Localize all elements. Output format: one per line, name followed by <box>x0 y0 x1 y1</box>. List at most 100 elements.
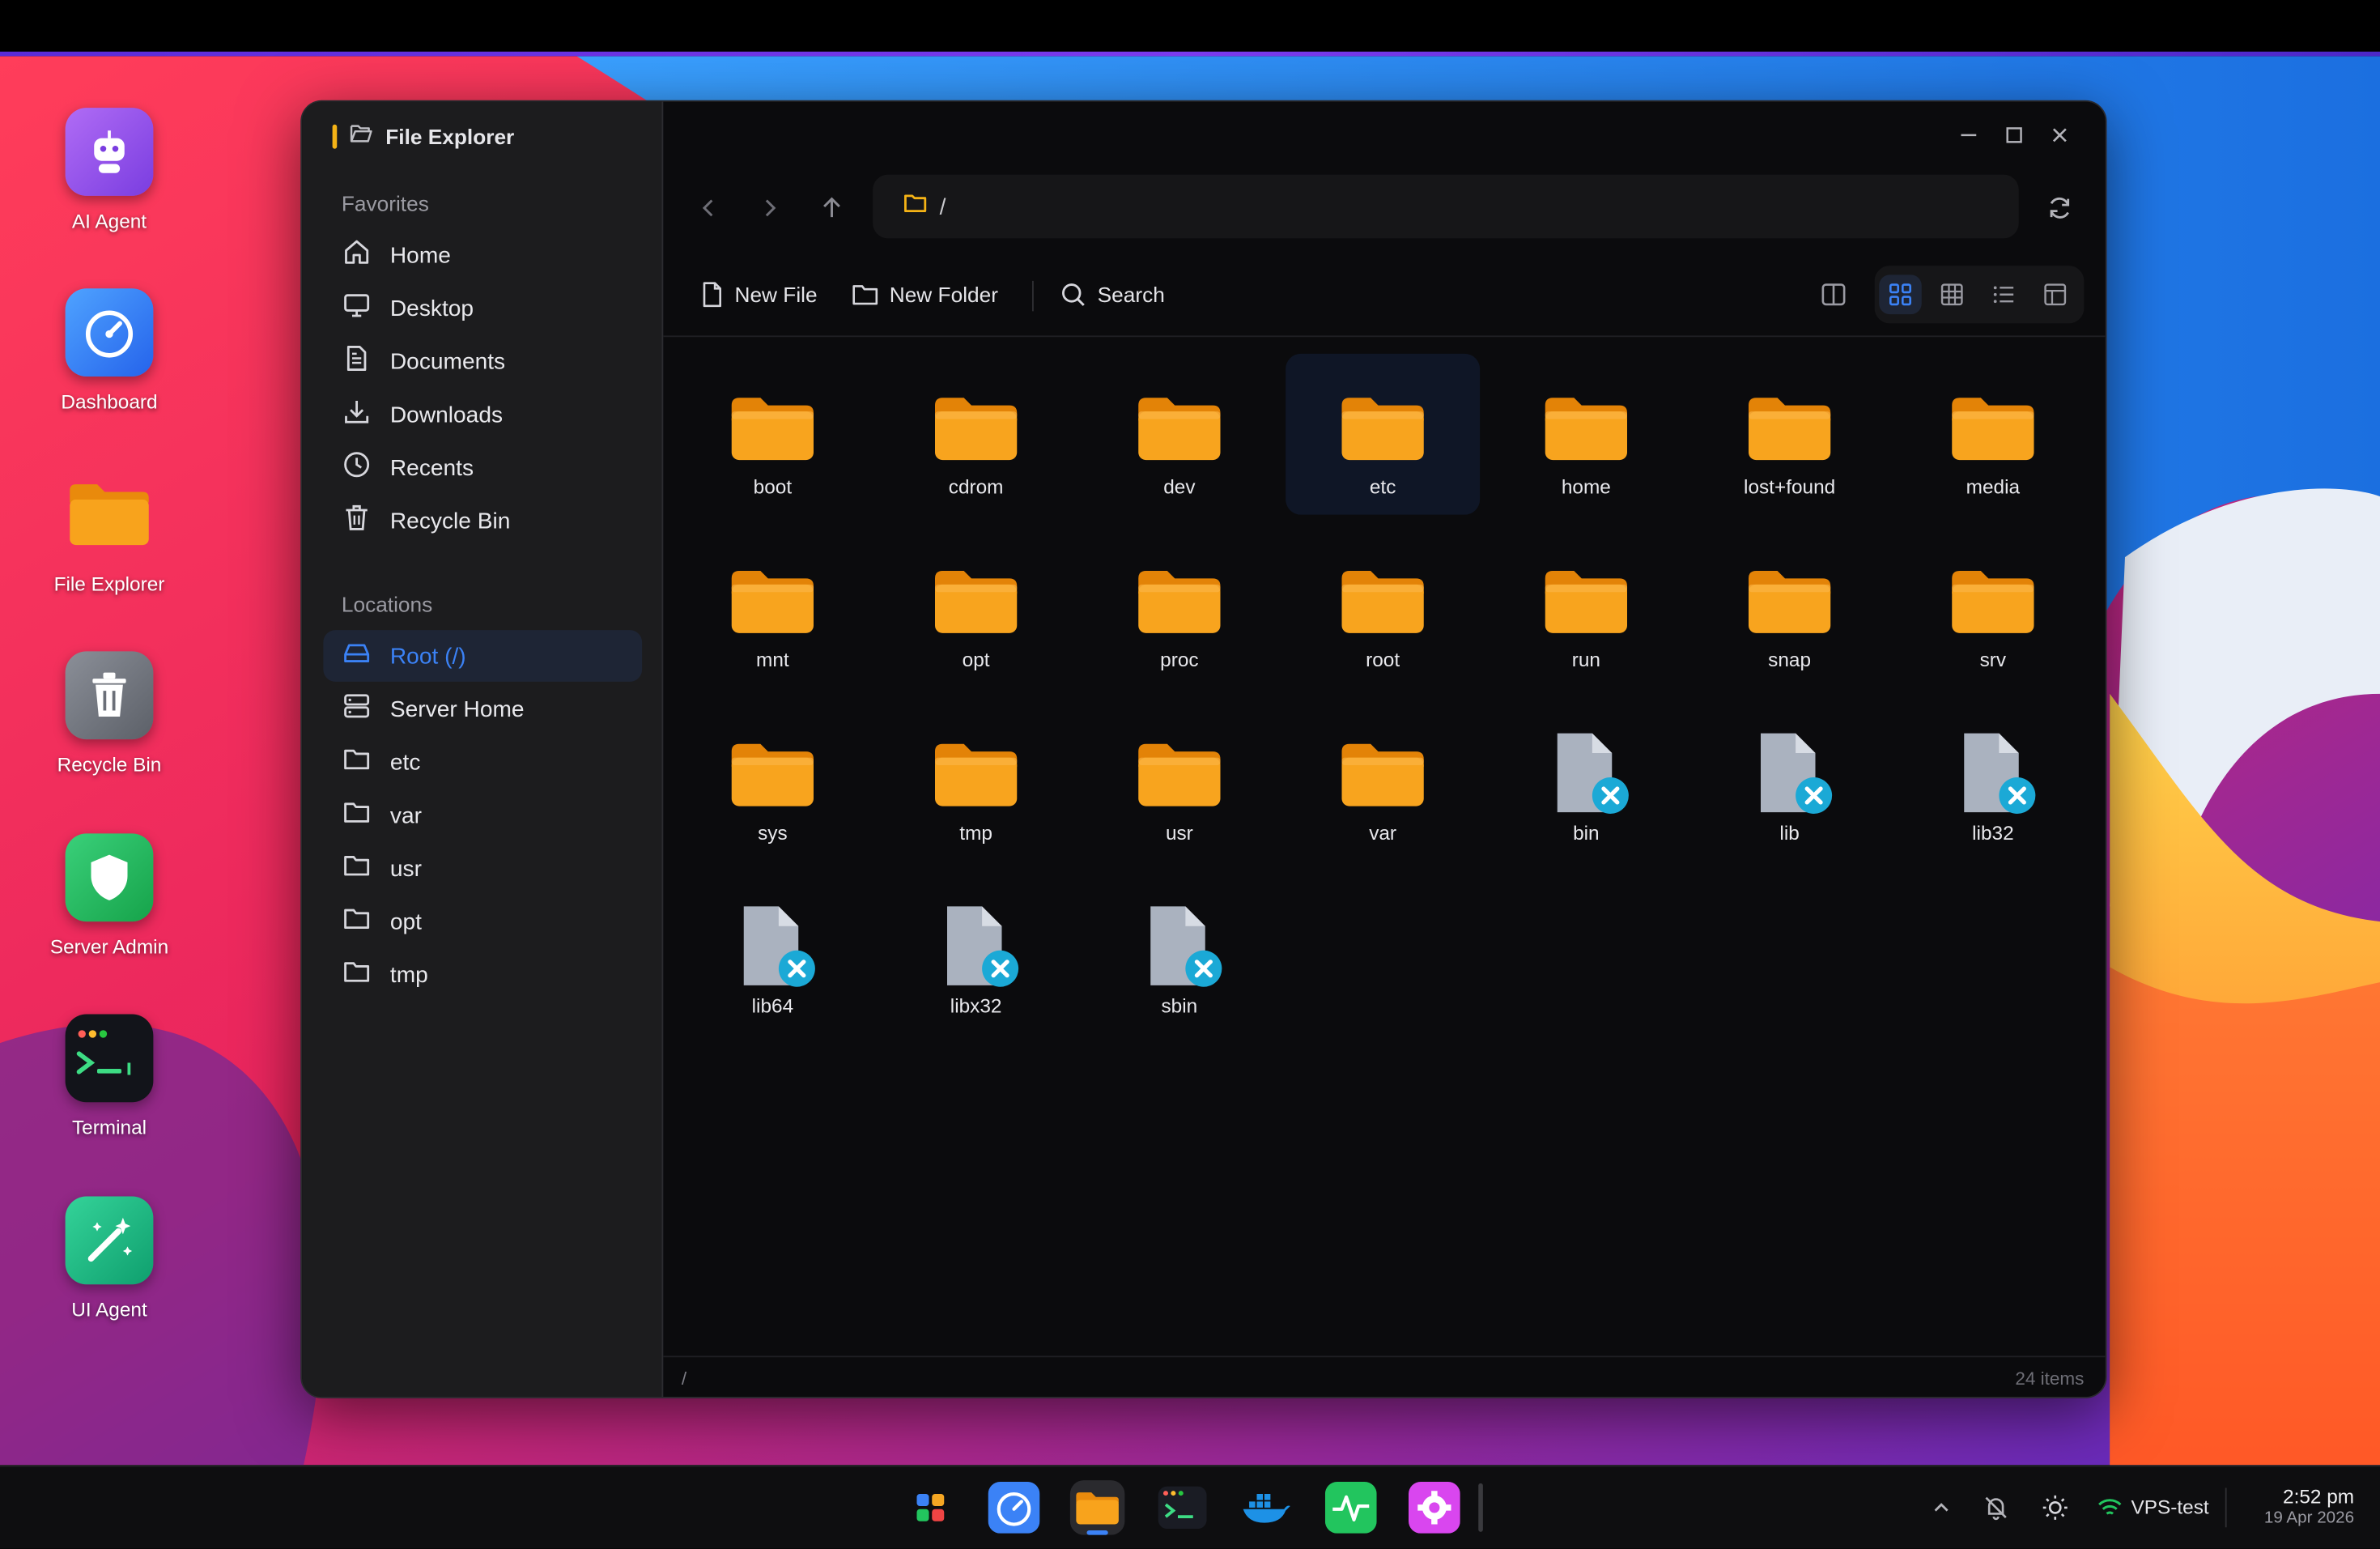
details-view-button[interactable] <box>2034 274 2077 314</box>
wifi-status[interactable] <box>2096 1494 2123 1521</box>
item-name: lib64 <box>751 994 794 1018</box>
desktop-icon-label: File Explorer <box>53 572 165 595</box>
taskbar-file-explorer[interactable] <box>1069 1480 1125 1535</box>
new-folder-button[interactable]: New Folder <box>852 278 998 311</box>
sidebar-item-label: etc <box>389 749 421 776</box>
desktop-icon-ui-agent[interactable]: UI Agent <box>33 1196 185 1321</box>
small-icons-view-button[interactable] <box>1931 274 1974 314</box>
search-button[interactable]: Search <box>1060 278 1165 311</box>
folder-item-proc[interactable]: proc <box>1082 527 1277 688</box>
up-button[interactable] <box>814 189 850 226</box>
taskbar-settings[interactable] <box>1407 1480 1462 1535</box>
sidebar-item-downloads[interactable]: Downloads <box>323 389 642 440</box>
file-icon <box>703 282 721 308</box>
taskbar-dashboard[interactable] <box>987 1480 1042 1535</box>
taskbar-docker[interactable] <box>1239 1480 1294 1535</box>
folder-icon <box>342 850 372 887</box>
folder-item-opt[interactable]: opt <box>879 527 1073 688</box>
taskbar-activity-monitor[interactable] <box>1324 1480 1379 1535</box>
item-name: snap <box>1768 648 1812 671</box>
sidebar-item-server-home[interactable]: Server Home <box>323 683 642 735</box>
sidebar-item-home[interactable]: Home <box>323 229 642 281</box>
status-item-count: 24 items <box>2015 1368 2085 1389</box>
item-name: tmp <box>959 821 992 845</box>
tray-expand-button[interactable] <box>1927 1494 1955 1521</box>
folder-item-var[interactable]: var <box>1286 700 1480 861</box>
sidebar-item-documents[interactable]: Documents <box>323 335 642 387</box>
folder-icon <box>1744 384 1835 472</box>
trash-icon <box>65 651 154 740</box>
large-icons-view-button[interactable] <box>1879 274 1922 315</box>
sidebar-item-recents[interactable]: Recents <box>323 442 642 494</box>
notifications-button[interactable] <box>1983 1494 2010 1521</box>
folder-item-home[interactable]: home <box>1489 354 1683 515</box>
close-button[interactable] <box>2047 123 2072 147</box>
grid-icon <box>1889 283 1911 306</box>
terminal-icon <box>1158 1486 1207 1530</box>
broken-link-item-lib64[interactable]: lib64 <box>675 873 869 1034</box>
desktop-icon-recycle-bin[interactable]: Recycle Bin <box>33 651 185 776</box>
back-button[interactable] <box>691 189 727 226</box>
broken-link-item-libx32[interactable]: libx32 <box>879 873 1073 1034</box>
refresh-button[interactable] <box>2042 189 2078 226</box>
folder-item-tmp[interactable]: tmp <box>879 700 1073 861</box>
folder-item-run[interactable]: run <box>1489 527 1683 688</box>
sidebar-item-usr[interactable]: usr <box>323 843 642 895</box>
maximize-button[interactable] <box>2002 123 2026 147</box>
sidebar-item-desktop[interactable]: Desktop <box>323 283 642 334</box>
clock-date[interactable]: 19 Apr 2026 <box>2264 1509 2354 1528</box>
brightness-button[interactable] <box>2042 1494 2069 1521</box>
item-name: run <box>1571 648 1600 671</box>
sidebar-item-label: Root (/) <box>389 643 466 669</box>
settings-icon <box>1409 1482 1460 1534</box>
network-name: VPS-test <box>2131 1495 2209 1518</box>
folder-item-lost-found[interactable]: lost+found <box>1693 354 1887 515</box>
broken-link-item-sbin[interactable]: sbin <box>1082 873 1277 1034</box>
folder-item-etc[interactable]: etc <box>1286 353 1481 515</box>
folder-item-sys[interactable]: sys <box>675 700 869 861</box>
desktop-icon-server-admin[interactable]: Server Admin <box>33 833 185 958</box>
folder-item-usr[interactable]: usr <box>1082 700 1277 861</box>
folder-icon <box>342 797 372 833</box>
sidebar-item-label: tmp <box>389 961 428 988</box>
minimize-button[interactable] <box>1957 123 1981 147</box>
sidebar-item-recycle-bin[interactable]: Recycle Bin <box>323 495 642 547</box>
folder-item-dev[interactable]: dev <box>1082 354 1277 515</box>
columns-icon <box>2044 283 2067 306</box>
broken-link-item-bin[interactable]: bin <box>1489 700 1683 861</box>
folder-item-mnt[interactable]: mnt <box>675 527 869 688</box>
new-file-button[interactable]: New File <box>699 278 818 311</box>
forward-button[interactable] <box>751 189 788 226</box>
list-view-button[interactable] <box>1983 274 2025 314</box>
broken-link-item-lib[interactable]: lib <box>1693 700 1887 861</box>
arrow-up-icon <box>823 197 840 218</box>
sidebar-item-opt[interactable]: opt <box>323 896 642 947</box>
folder-item-cdrom[interactable]: cdrom <box>879 354 1073 515</box>
folder-item-srv[interactable]: srv <box>1896 527 2090 688</box>
clock-time[interactable]: 2:52 pm <box>2283 1485 2354 1508</box>
item-name: cdrom <box>948 474 1004 498</box>
file-explorer-icon <box>1076 1492 1119 1525</box>
folder-item-boot[interactable]: boot <box>675 354 869 515</box>
desktop-icon-ai-agent[interactable]: AI Agent <box>33 108 185 232</box>
address-bar[interactable]: / <box>873 174 2019 239</box>
home-icon <box>342 237 372 274</box>
folder-item-root[interactable]: root <box>1286 527 1480 688</box>
folder-item-snap[interactable]: snap <box>1693 527 1887 688</box>
sidebar-item-var[interactable]: var <box>323 789 642 841</box>
toggle-preview-button[interactable] <box>1820 278 1847 311</box>
taskbar-terminal[interactable] <box>1155 1480 1210 1535</box>
folder-icon <box>727 384 818 472</box>
broken-link-item-lib32[interactable]: lib32 <box>1896 700 2090 861</box>
folder-item-media[interactable]: media <box>1896 354 2090 515</box>
folder-icon <box>1948 384 2039 472</box>
sidebar-item-tmp[interactable]: tmp <box>323 949 642 1001</box>
desktop-icon-file-explorer[interactable]: File Explorer <box>33 470 185 595</box>
desktop-icon-dashboard[interactable]: Dashboard <box>33 288 185 413</box>
desktop-icon-label: Server Admin <box>49 935 169 959</box>
taskbar-start-button[interactable] <box>903 1480 958 1535</box>
sidebar-item-etc[interactable]: etc <box>323 736 642 788</box>
desktop-icon-terminal[interactable]: Terminal <box>33 1014 185 1138</box>
sidebar-item-root[interactable]: Root (/) <box>323 630 643 682</box>
new-folder-label: New Folder <box>889 282 998 307</box>
